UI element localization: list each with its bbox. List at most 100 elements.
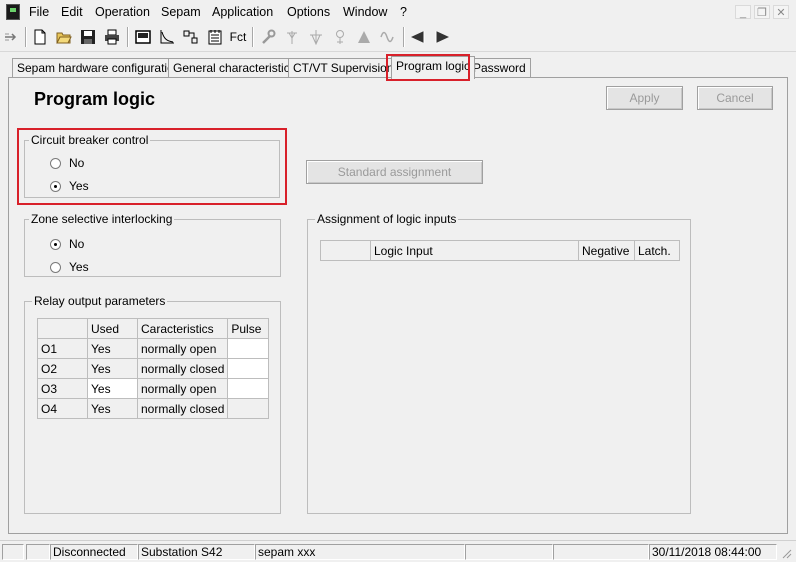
- wrench-icon[interactable]: [258, 27, 278, 47]
- curve-icon[interactable]: [157, 27, 177, 47]
- app-icon[interactable]: [6, 4, 20, 20]
- toolbar-separator: [252, 27, 254, 47]
- status-bar: Disconnected Substation S42 sepam xxx 30…: [0, 540, 796, 562]
- status-connection: Disconnected: [50, 544, 138, 560]
- table-cell[interactable]: [227, 358, 269, 379]
- standard-assignment-button[interactable]: Standard assignment: [306, 160, 483, 184]
- device-icon[interactable]: [133, 27, 153, 47]
- table-cell[interactable]: Yes: [87, 338, 138, 359]
- radio-selected-icon[interactable]: [50, 238, 61, 250]
- table-cell[interactable]: Yes: [87, 398, 138, 419]
- logic-diagram-icon[interactable]: [181, 27, 201, 47]
- menu-bar: File Edit Operation Sepam Application Op…: [0, 0, 796, 24]
- table-header-row: Used Caracteristics Pulse: [37, 318, 269, 339]
- radio-label: No: [69, 237, 85, 251]
- zone-interlocking-yes[interactable]: Yes: [50, 260, 89, 274]
- arrow-right-icon[interactable]: [432, 27, 452, 47]
- zone-interlocking-no[interactable]: No: [50, 237, 84, 251]
- radio-icon[interactable]: [50, 261, 61, 273]
- menu-options[interactable]: Options: [287, 5, 330, 19]
- notepad-icon[interactable]: [205, 27, 225, 47]
- status-device: sepam xxx: [255, 544, 465, 560]
- menu-help[interactable]: ?: [400, 5, 407, 19]
- print-icon[interactable]: [102, 27, 122, 47]
- triangle-icon[interactable]: [354, 27, 374, 47]
- table-cell[interactable]: normally closed: [136, 398, 229, 419]
- table-cell: O3: [37, 378, 88, 399]
- table-row[interactable]: O1 Yes normally open: [37, 338, 269, 359]
- circuit-breaker-highlight-box: [17, 128, 287, 205]
- toolbar-separator: [403, 27, 405, 47]
- relay-output-table: Used Caracteristics Pulse O1 Yes normall…: [37, 318, 269, 419]
- menu-edit[interactable]: Edit: [61, 5, 83, 19]
- tab-password[interactable]: Password: [468, 58, 531, 78]
- connector-icon[interactable]: [330, 27, 350, 47]
- resize-grip-icon[interactable]: [780, 546, 792, 560]
- table-cell[interactable]: [227, 338, 269, 359]
- tab-general-characteristics[interactable]: General characteristics: [168, 58, 301, 78]
- menu-sepam[interactable]: Sepam: [161, 5, 201, 19]
- antenna-icon[interactable]: [282, 27, 302, 47]
- table-cell[interactable]: [227, 378, 269, 399]
- mdi-close-icon[interactable]: ✕: [773, 5, 789, 19]
- menu-application[interactable]: Application: [212, 5, 273, 19]
- logic-inputs-group: Assignment of logic inputs Logic Input N…: [307, 212, 691, 514]
- status-substation: Substation S42: [138, 544, 255, 560]
- table-cell[interactable]: [227, 398, 269, 419]
- table-cell[interactable]: normally closed: [136, 358, 229, 379]
- menu-file[interactable]: File: [29, 5, 49, 19]
- status-cell-empty: [2, 544, 24, 560]
- tab-ct-vt-supervision[interactable]: CT/VT Supervision: [288, 58, 399, 78]
- column-header: Logic Input: [370, 240, 579, 261]
- relay-output-label: Relay output parameters: [32, 294, 168, 308]
- zone-interlocking-group: Zone selective interlocking No Yes: [24, 212, 281, 277]
- column-header: [37, 318, 88, 339]
- open-folder-icon[interactable]: [54, 27, 74, 47]
- logic-inputs-table: Logic Input Negative Latch.: [320, 240, 680, 261]
- new-document-icon[interactable]: [30, 27, 50, 47]
- table-cell: O2: [37, 358, 88, 379]
- menu-window[interactable]: Window: [343, 5, 387, 19]
- grip-arrow-icon[interactable]: [2, 27, 22, 47]
- toolbar: Fct: [0, 24, 796, 52]
- table-row[interactable]: O4 Yes normally closed: [37, 398, 269, 419]
- tab-highlight-box: [386, 54, 470, 81]
- status-cell-empty: [26, 544, 50, 560]
- apply-button[interactable]: Apply: [606, 86, 683, 110]
- status-cell-empty: [465, 544, 553, 560]
- column-header: Used: [87, 318, 138, 339]
- radio-label: Yes: [69, 260, 89, 274]
- column-header: Latch.: [634, 240, 680, 261]
- mdi-minimize-icon[interactable]: _: [735, 5, 751, 19]
- toolbar-separator: [127, 27, 129, 47]
- table-row[interactable]: O2 Yes normally closed: [37, 358, 269, 379]
- arrow-left-icon[interactable]: [408, 27, 428, 47]
- column-header: [320, 240, 371, 261]
- logic-inputs-label: Assignment of logic inputs: [315, 212, 459, 226]
- column-header: Caracteristics: [136, 318, 229, 339]
- status-cell-empty: [553, 544, 649, 560]
- table-header-row: Logic Input Negative Latch.: [320, 240, 680, 261]
- mdi-restore-icon[interactable]: ❐: [754, 5, 770, 19]
- fct-button[interactable]: Fct: [227, 27, 249, 47]
- status-datetime: 30/11/2018 08:44:00: [649, 544, 777, 560]
- save-icon[interactable]: [78, 27, 98, 47]
- toolbar-separator: [25, 27, 27, 47]
- table-cell: O1: [37, 338, 88, 359]
- table-cell: O4: [37, 398, 88, 419]
- table-cell[interactable]: Yes: [87, 378, 138, 399]
- tab-sepam-hardware[interactable]: Sepam hardware configuration: [12, 58, 186, 78]
- cancel-button[interactable]: Cancel: [697, 86, 773, 110]
- waveform-icon[interactable]: [378, 27, 398, 47]
- table-row[interactable]: O3 Yes normally open: [37, 378, 269, 399]
- table-cell[interactable]: normally open: [136, 378, 229, 399]
- table-cell[interactable]: normally open: [136, 338, 229, 359]
- table-cell[interactable]: Yes: [87, 358, 138, 379]
- relay-output-group: Relay output parameters Used Caracterist…: [24, 294, 281, 514]
- zone-interlocking-label: Zone selective interlocking: [29, 212, 175, 226]
- menu-operation[interactable]: Operation: [95, 5, 150, 19]
- tower-icon[interactable]: [306, 27, 326, 47]
- page-title: Program logic: [34, 89, 156, 109]
- column-header: Negative: [578, 240, 635, 261]
- column-header: Pulse: [227, 318, 269, 339]
